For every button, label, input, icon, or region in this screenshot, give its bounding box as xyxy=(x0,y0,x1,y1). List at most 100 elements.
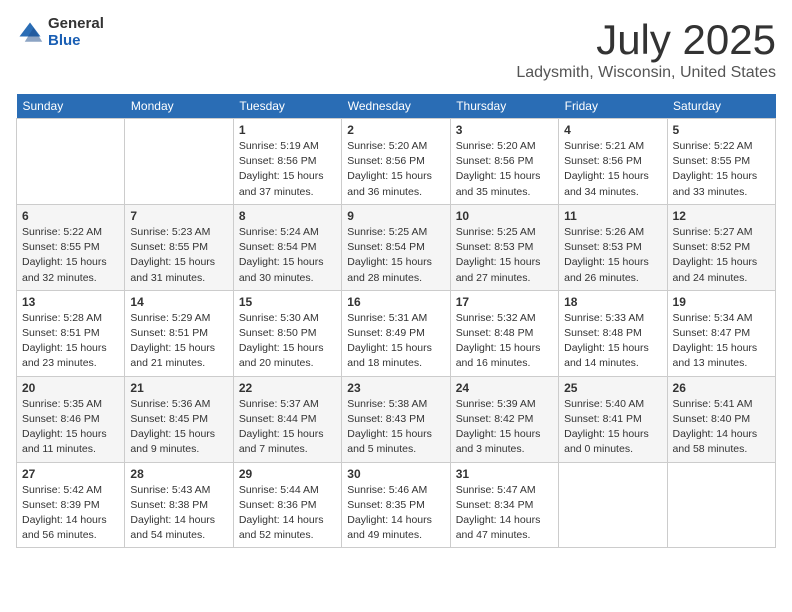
calendar-cell: 16Sunrise: 5:31 AMSunset: 8:49 PMDayligh… xyxy=(342,290,450,376)
calendar-cell: 26 Sunrise: 5:41 AMSunset: 8:40 PMDayligh… xyxy=(667,376,775,462)
day-info: Sunrise: 5:25 AMSunset: 8:53 PMDaylight:… xyxy=(456,225,553,286)
weekday-header-sunday: Sunday xyxy=(17,94,125,119)
day-number: 21 xyxy=(130,381,227,395)
calendar-cell: 4 Sunrise: 5:21 AMSunset: 8:56 PMDaylight… xyxy=(559,119,667,205)
day-info: Sunrise: 5:37 AMSunset: 8:44 PMDaylight:… xyxy=(239,397,336,458)
weekday-header-thursday: Thursday xyxy=(450,94,558,119)
calendar-cell: 2Sunrise: 5:20 AMSunset: 8:56 PMDaylight… xyxy=(342,119,450,205)
day-info: Sunrise: 5:47 AMSunset: 8:34 PMDaylight:… xyxy=(456,483,553,544)
weekday-header-saturday: Saturday xyxy=(667,94,775,119)
calendar-cell: 19 Sunrise: 5:34 AMSunset: 8:47 PMDayligh… xyxy=(667,290,775,376)
day-info: Sunrise: 5:33 AMSunset: 8:48 PMDaylight:… xyxy=(564,311,661,372)
calendar-cell: 22Sunrise: 5:37 AMSunset: 8:44 PMDayligh… xyxy=(233,376,341,462)
day-info: Sunrise: 5:46 AMSunset: 8:35 PMDaylight:… xyxy=(347,483,444,544)
day-info: Sunrise: 5:34 AMSunset: 8:47 PMDaylight:… xyxy=(673,311,770,372)
day-info: Sunrise: 5:42 AMSunset: 8:39 PMDaylight:… xyxy=(22,483,119,544)
day-info: Sunrise: 5:41 AMSunset: 8:40 PMDaylight:… xyxy=(673,397,770,458)
day-number: 13 xyxy=(22,295,119,309)
day-info: Sunrise: 5:24 AMSunset: 8:54 PMDaylight:… xyxy=(239,225,336,286)
weekday-header-wednesday: Wednesday xyxy=(342,94,450,119)
day-number: 24 xyxy=(456,381,553,395)
day-number: 17 xyxy=(456,295,553,309)
calendar-week-row: 27Sunrise: 5:42 AMSunset: 8:39 PMDayligh… xyxy=(17,462,776,548)
calendar-cell: 11 Sunrise: 5:26 AMSunset: 8:53 PMDayligh… xyxy=(559,204,667,290)
day-info: Sunrise: 5:26 AMSunset: 8:53 PMDaylight:… xyxy=(564,225,661,286)
calendar-cell: 1 Sunrise: 5:19 AMSunset: 8:56 PMDaylight… xyxy=(233,119,341,205)
calendar-cell: 6 Sunrise: 5:22 AMSunset: 8:55 PMDaylight… xyxy=(17,204,125,290)
logo: General Blue xyxy=(16,16,104,49)
calendar-cell: 31Sunrise: 5:47 AMSunset: 8:34 PMDayligh… xyxy=(450,462,558,548)
day-number: 1 xyxy=(239,123,336,137)
calendar-table: SundayMondayTuesdayWednesdayThursdayFrid… xyxy=(16,94,776,548)
calendar-cell xyxy=(17,119,125,205)
calendar-cell: 24 Sunrise: 5:39 AMSunset: 8:42 PMDayligh… xyxy=(450,376,558,462)
day-number: 8 xyxy=(239,209,336,223)
day-number: 18 xyxy=(564,295,661,309)
day-number: 4 xyxy=(564,123,661,137)
calendar-cell: 18 Sunrise: 5:33 AMSunset: 8:48 PMDayligh… xyxy=(559,290,667,376)
calendar-week-row: 20Sunrise: 5:35 AMSunset: 8:46 PMDayligh… xyxy=(17,376,776,462)
day-number: 11 xyxy=(564,209,661,223)
day-number: 6 xyxy=(22,209,119,223)
day-info: Sunrise: 5:21 AMSunset: 8:56 PMDaylight:… xyxy=(564,139,661,200)
calendar-cell: 23 Sunrise: 5:38 AMSunset: 8:43 PMDayligh… xyxy=(342,376,450,462)
day-info: Sunrise: 5:27 AMSunset: 8:52 PMDaylight:… xyxy=(673,225,770,286)
weekday-header-monday: Monday xyxy=(125,94,233,119)
day-info: Sunrise: 5:32 AMSunset: 8:48 PMDaylight:… xyxy=(456,311,553,372)
calendar-cell: 25 Sunrise: 5:40 AMSunset: 8:41 PMDayligh… xyxy=(559,376,667,462)
day-info: Sunrise: 5:19 AMSunset: 8:56 PMDaylight:… xyxy=(239,139,336,200)
calendar-cell: 30Sunrise: 5:46 AMSunset: 8:35 PMDayligh… xyxy=(342,462,450,548)
day-number: 26 xyxy=(673,381,770,395)
calendar-cell xyxy=(125,119,233,205)
calendar-cell: 10 Sunrise: 5:25 AMSunset: 8:53 PMDayligh… xyxy=(450,204,558,290)
calendar-cell: 8 Sunrise: 5:24 AMSunset: 8:54 PMDaylight… xyxy=(233,204,341,290)
logo-blue-text: Blue xyxy=(48,33,104,50)
calendar-cell: 13 Sunrise: 5:28 AMSunset: 8:51 PMDayligh… xyxy=(17,290,125,376)
day-number: 23 xyxy=(347,381,444,395)
day-number: 7 xyxy=(130,209,227,223)
weekday-header-tuesday: Tuesday xyxy=(233,94,341,119)
page-header: General Blue July 2025 Ladysmith, Wiscon… xyxy=(16,16,776,82)
day-info: Sunrise: 5:36 AMSunset: 8:45 PMDaylight:… xyxy=(130,397,227,458)
day-info: Sunrise: 5:29 AMSunset: 8:51 PMDaylight:… xyxy=(130,311,227,372)
weekday-header-friday: Friday xyxy=(559,94,667,119)
day-info: Sunrise: 5:40 AMSunset: 8:41 PMDaylight:… xyxy=(564,397,661,458)
day-number: 9 xyxy=(347,209,444,223)
calendar-cell: 12 Sunrise: 5:27 AMSunset: 8:52 PMDayligh… xyxy=(667,204,775,290)
calendar-cell: 20Sunrise: 5:35 AMSunset: 8:46 PMDayligh… xyxy=(17,376,125,462)
day-number: 19 xyxy=(673,295,770,309)
calendar-week-row: 6 Sunrise: 5:22 AMSunset: 8:55 PMDaylight… xyxy=(17,204,776,290)
day-info: Sunrise: 5:22 AMSunset: 8:55 PMDaylight:… xyxy=(22,225,119,286)
day-number: 29 xyxy=(239,467,336,481)
day-number: 16 xyxy=(347,295,444,309)
title-block: July 2025 Ladysmith, Wisconsin, United S… xyxy=(516,16,776,82)
calendar-cell xyxy=(667,462,775,548)
day-info: Sunrise: 5:38 AMSunset: 8:43 PMDaylight:… xyxy=(347,397,444,458)
day-info: Sunrise: 5:30 AMSunset: 8:50 PMDaylight:… xyxy=(239,311,336,372)
day-number: 15 xyxy=(239,295,336,309)
month-title: July 2025 xyxy=(516,16,776,64)
weekday-header-row: SundayMondayTuesdayWednesdayThursdayFrid… xyxy=(17,94,776,119)
day-info: Sunrise: 5:43 AMSunset: 8:38 PMDaylight:… xyxy=(130,483,227,544)
day-info: Sunrise: 5:23 AMSunset: 8:55 PMDaylight:… xyxy=(130,225,227,286)
day-info: Sunrise: 5:25 AMSunset: 8:54 PMDaylight:… xyxy=(347,225,444,286)
calendar-cell: 28Sunrise: 5:43 AMSunset: 8:38 PMDayligh… xyxy=(125,462,233,548)
calendar-cell: 17 Sunrise: 5:32 AMSunset: 8:48 PMDayligh… xyxy=(450,290,558,376)
day-number: 12 xyxy=(673,209,770,223)
day-info: Sunrise: 5:20 AMSunset: 8:56 PMDaylight:… xyxy=(456,139,553,200)
calendar-cell: 7 Sunrise: 5:23 AMSunset: 8:55 PMDaylight… xyxy=(125,204,233,290)
day-number: 25 xyxy=(564,381,661,395)
calendar-week-row: 13 Sunrise: 5:28 AMSunset: 8:51 PMDayligh… xyxy=(17,290,776,376)
logo-general-text: General xyxy=(48,16,104,33)
calendar-cell: 9 Sunrise: 5:25 AMSunset: 8:54 PMDaylight… xyxy=(342,204,450,290)
day-number: 10 xyxy=(456,209,553,223)
day-info: Sunrise: 5:44 AMSunset: 8:36 PMDaylight:… xyxy=(239,483,336,544)
day-number: 3 xyxy=(456,123,553,137)
calendar-cell: 3 Sunrise: 5:20 AMSunset: 8:56 PMDaylight… xyxy=(450,119,558,205)
day-info: Sunrise: 5:39 AMSunset: 8:42 PMDaylight:… xyxy=(456,397,553,458)
day-info: Sunrise: 5:28 AMSunset: 8:51 PMDaylight:… xyxy=(22,311,119,372)
calendar-cell: 5Sunrise: 5:22 AMSunset: 8:55 PMDaylight… xyxy=(667,119,775,205)
calendar-cell: 27Sunrise: 5:42 AMSunset: 8:39 PMDayligh… xyxy=(17,462,125,548)
calendar-week-row: 1 Sunrise: 5:19 AMSunset: 8:56 PMDaylight… xyxy=(17,119,776,205)
day-number: 5 xyxy=(673,123,770,137)
